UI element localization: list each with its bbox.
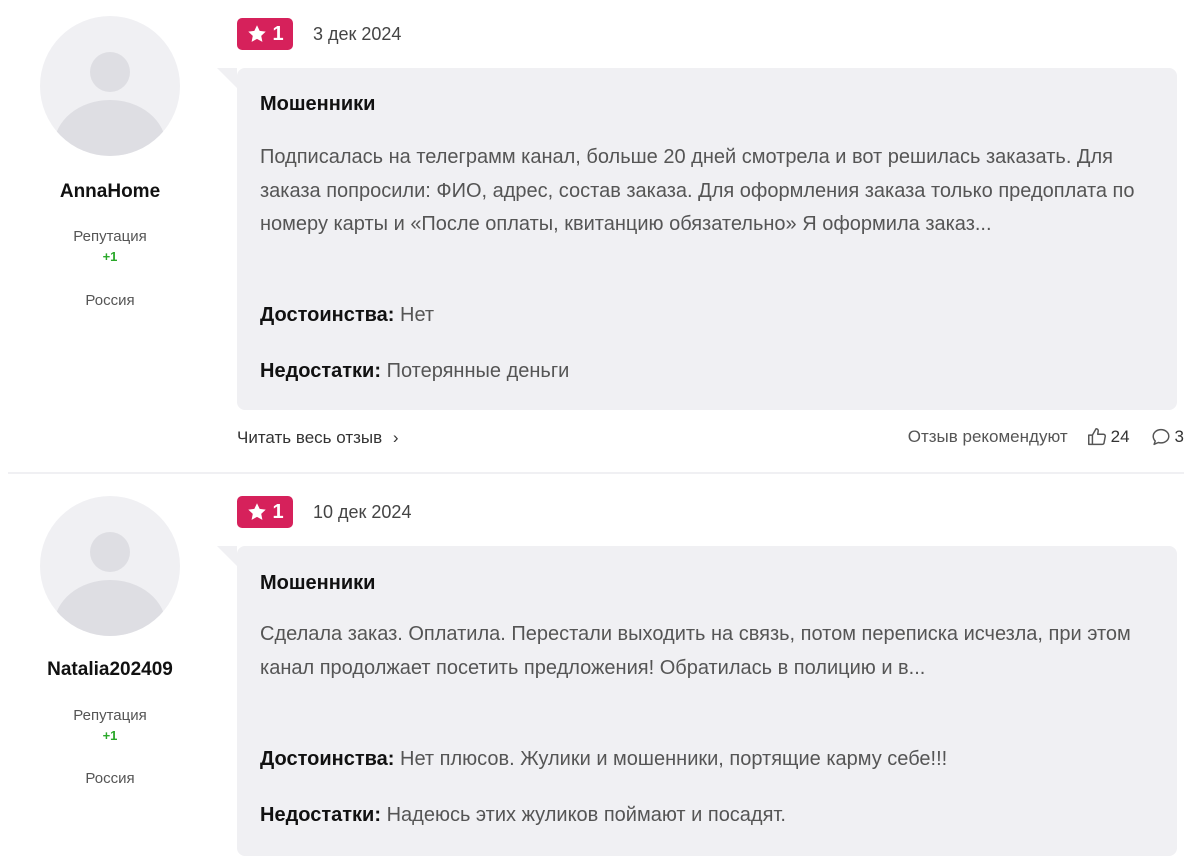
rating-badge: 1: [237, 496, 293, 528]
review-cons: Недостатки: Надеюсь этих жуликов поймают…: [260, 804, 786, 827]
reputation-value: +1: [102, 728, 118, 743]
user-avatar-icon: [54, 532, 166, 636]
user-avatar-icon: [54, 52, 166, 156]
review-title[interactable]: Мошенники: [260, 572, 375, 595]
recommend-label: Отзыв рекомендуют: [907, 427, 1068, 446]
star-icon: [248, 503, 267, 520]
cons-text: Потерянные деньги: [386, 360, 570, 382]
thumbs-up-icon: [1087, 428, 1106, 446]
likes-count: 24: [1110, 427, 1130, 446]
username[interactable]: Natalia202409: [0, 659, 220, 681]
review-card: Natalia202409 Репутация +1 Россия 1 10 д…: [0, 474, 1184, 860]
reputation-label: Репутация: [73, 228, 147, 245]
review-pros: Достоинства: Нет плюсов. Жулики и мошенн…: [260, 748, 947, 771]
rating-badge: 1: [237, 18, 293, 50]
comments-button[interactable]: 3: [1150, 426, 1184, 448]
read-full-review-link[interactable]: Читать весь отзыв ›: [237, 428, 399, 448]
review-body: Мошенники Подписалась на телеграмм канал…: [217, 68, 1177, 410]
read-more-label: Читать весь отзыв: [237, 428, 383, 447]
review-text: Подписалась на телеграмм канал, больше 2…: [260, 146, 1135, 235]
review-card: AnnaHome Репутация +1 Россия 1 3 дек 202…: [0, 0, 1184, 472]
pros-text: Нет: [400, 304, 435, 326]
like-button[interactable]: 24: [1086, 426, 1130, 448]
cons-text: Надеюсь этих жуликов поймают и посадят.: [386, 804, 786, 826]
review-date: 3 дек 2024: [313, 24, 402, 44]
review-title[interactable]: Мошенники: [260, 93, 375, 116]
review-cons: Недостатки: Потерянные деньги: [260, 360, 569, 383]
review-body: Мошенники Сделала заказ. Оплатила. Перес…: [217, 546, 1177, 856]
user-country: Россия: [85, 292, 135, 309]
comments-count: 3: [1174, 427, 1184, 446]
rating-value: 1: [272, 500, 284, 523]
review-pros: Достоинства: Нет: [260, 304, 434, 327]
reputation-value: +1: [102, 249, 118, 264]
star-icon: [248, 25, 267, 42]
cons-label: Недостатки:: [260, 360, 382, 382]
cons-label: Недостатки:: [260, 804, 382, 826]
rating-value: 1: [272, 22, 284, 45]
review-actions: Отзыв рекомендуют 24 3: [908, 426, 1184, 448]
comment-icon: [1152, 428, 1170, 446]
review-date: 10 дек 2024: [313, 502, 412, 522]
user-country: Россия: [85, 770, 135, 787]
avatar[interactable]: [40, 496, 180, 636]
pros-label: Достоинства:: [260, 748, 395, 770]
reputation-label: Репутация: [73, 707, 147, 724]
pros-label: Достоинства:: [260, 304, 395, 326]
chevron-right-icon: ›: [392, 428, 399, 447]
avatar[interactable]: [40, 16, 180, 156]
username[interactable]: AnnaHome: [0, 181, 220, 203]
pros-text: Нет плюсов. Жулики и мошенники, портящие…: [400, 748, 948, 770]
review-text: Сделала заказ. Оплатила. Перестали выход…: [260, 623, 1131, 679]
